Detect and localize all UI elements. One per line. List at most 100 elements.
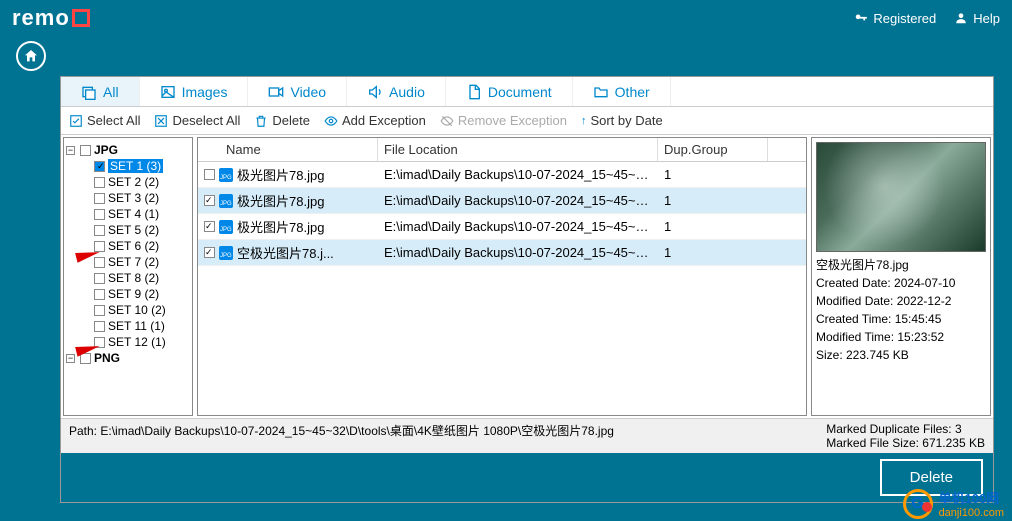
tree-item-set-5[interactable]: SET 5 (2) (66, 222, 190, 238)
tree-item-set-8[interactable]: SET 8 (2) (66, 270, 190, 286)
status-marked-files: Marked Duplicate Files: 3 (826, 422, 985, 436)
tree-item-set-3[interactable]: SET 3 (2) (66, 190, 190, 206)
help-button[interactable]: Help (954, 11, 1000, 26)
col-location[interactable]: File Location (378, 138, 658, 161)
status-bar: Path: E:\imad\Daily Backups\10-07-2024_1… (61, 418, 993, 453)
file-group: 1 (658, 164, 768, 185)
checkbox[interactable] (94, 177, 105, 188)
status-path: Path: E:\imad\Daily Backups\10-07-2024_1… (69, 422, 614, 450)
checkbox[interactable] (94, 161, 105, 172)
file-row[interactable]: 极光图片78.jpgE:\imad\Daily Backups\10-07-20… (198, 214, 806, 240)
jpg-file-icon (219, 220, 233, 234)
sort-by-date-button[interactable]: ↑ Sort by Date (581, 113, 663, 128)
audio-icon (367, 84, 383, 100)
watermark-url: danji100.com (939, 507, 1004, 519)
tree-item-label: SET 9 (2) (108, 287, 159, 301)
tree-item-label: SET 1 (3) (108, 159, 163, 173)
tab-images[interactable]: Images (140, 77, 249, 106)
preview-size: Size: 223.745 KB (816, 346, 986, 364)
folder-tree[interactable]: − JPG SET 1 (3) SET 2 (2)SET 3 (2)SET 4 (… (63, 137, 193, 416)
file-row[interactable]: 极光图片78.jpgE:\imad\Daily Backups\10-07-20… (198, 188, 806, 214)
file-location: E:\imad\Daily Backups\10-07-2024_15~45~3… (378, 164, 658, 185)
checkbox[interactable] (204, 221, 215, 232)
collapse-icon[interactable]: − (66, 146, 75, 155)
checkbox[interactable] (204, 195, 215, 206)
user-icon (954, 11, 968, 25)
preview-filename: 空极光图片78.jpg (816, 256, 986, 274)
file-row[interactable]: 空极光图片78.j... E:\imad\Daily Backups\10-07-… (198, 240, 806, 266)
file-name: 极光图片78.jpg (237, 165, 324, 184)
tree-item-label: SET 2 (2) (108, 175, 159, 189)
trash-icon (254, 114, 268, 128)
jpg-file-icon (219, 168, 233, 182)
checkbox[interactable] (94, 209, 105, 220)
tree-item-label: SET 12 (1) (108, 335, 166, 349)
status-marked-size: Marked File Size: 671.235 KB (826, 436, 985, 450)
tree-item-label: SET 8 (2) (108, 271, 159, 285)
file-name: 极光图片78.jpg (237, 191, 324, 210)
tab-other[interactable]: Other (573, 77, 671, 106)
folder-icon (593, 84, 609, 100)
collapse-icon[interactable]: − (66, 354, 75, 363)
eye-off-icon (440, 114, 454, 128)
tab-document[interactable]: Document (446, 77, 573, 106)
action-toolbar: Select All Deselect All Delete Add Excep… (61, 107, 993, 135)
select-icon (69, 114, 83, 128)
tab-audio[interactable]: Audio (347, 77, 446, 106)
checkbox[interactable] (94, 305, 105, 316)
checkbox[interactable] (204, 247, 215, 258)
tree-item-label: SET 6 (2) (108, 239, 159, 253)
delete-bar: Delete (61, 453, 993, 502)
deselect-all-button[interactable]: Deselect All (154, 113, 240, 128)
preview-panel: 空极光图片78.jpg Created Date: 2024-07-10 Mod… (811, 137, 991, 416)
checkbox[interactable] (94, 289, 105, 300)
video-icon (268, 84, 284, 100)
add-exception-button[interactable]: Add Exception (324, 113, 426, 128)
col-group[interactable]: Dup.Group (658, 138, 768, 161)
main-area: All Images Video Audio Document Other (0, 76, 1012, 521)
top-bar: remo Registered Help (0, 0, 1012, 36)
home-button[interactable] (16, 41, 46, 71)
brand-logo: remo (12, 5, 90, 31)
tree-item-set-9[interactable]: SET 9 (2) (66, 286, 190, 302)
select-all-button[interactable]: Select All (69, 113, 140, 128)
preview-modified-date: Modified Date: 2022-12-2 (816, 292, 986, 310)
checkbox[interactable] (94, 321, 105, 332)
file-location: E:\imad\Daily Backups\10-07-2024_15~45~3… (378, 242, 658, 263)
checkbox[interactable] (80, 145, 91, 156)
tree-item-set-4[interactable]: SET 4 (1) (66, 206, 190, 222)
tab-video[interactable]: Video (248, 77, 347, 106)
col-name[interactable]: Name (198, 138, 378, 161)
file-group: 1 (658, 216, 768, 237)
checkbox[interactable] (94, 225, 105, 236)
registered-button[interactable]: Registered (854, 11, 936, 26)
tree-item-set-2[interactable]: SET 2 (2) (66, 174, 190, 190)
preview-created-date: Created Date: 2024-07-10 (816, 274, 986, 292)
tree-item-set-10[interactable]: SET 10 (2) (66, 302, 190, 318)
delete-button[interactable]: Delete (254, 113, 310, 128)
eye-icon (324, 114, 338, 128)
checkbox[interactable] (204, 169, 215, 180)
file-list: Name File Location Dup.Group 极光图片78.jpg E… (197, 137, 807, 416)
preview-created-time: Created Time: 15:45:45 (816, 310, 986, 328)
checkbox[interactable] (94, 273, 105, 284)
checkbox[interactable] (94, 193, 105, 204)
tree-item-label: SET 10 (2) (108, 303, 166, 317)
file-group: 1 (658, 242, 768, 263)
jpg-file-icon (219, 194, 233, 208)
watermark: G 单机100网 danji100.com (903, 488, 1004, 519)
jpg-file-icon (219, 246, 233, 260)
preview-image (816, 142, 986, 252)
filter-tabs: All Images Video Audio Document Other (61, 77, 993, 107)
file-name: 空极光图片78.j... (237, 243, 334, 262)
file-list-header: Name File Location Dup.Group (198, 138, 806, 162)
tree-item-set-1[interactable]: SET 1 (3) (66, 158, 190, 174)
tree-item-label: SET 7 (2) (108, 255, 159, 269)
tab-all[interactable]: All (61, 77, 140, 106)
remove-exception-button: Remove Exception (440, 113, 567, 128)
home-icon (23, 48, 39, 64)
tree-item-set-11[interactable]: SET 11 (1) (66, 318, 190, 334)
file-row[interactable]: 极光图片78.jpg E:\imad\Daily Backups\10-07-20… (198, 162, 806, 188)
file-name: 极光图片78.jpg (237, 217, 324, 236)
tree-root-jpg[interactable]: − JPG (66, 142, 190, 158)
